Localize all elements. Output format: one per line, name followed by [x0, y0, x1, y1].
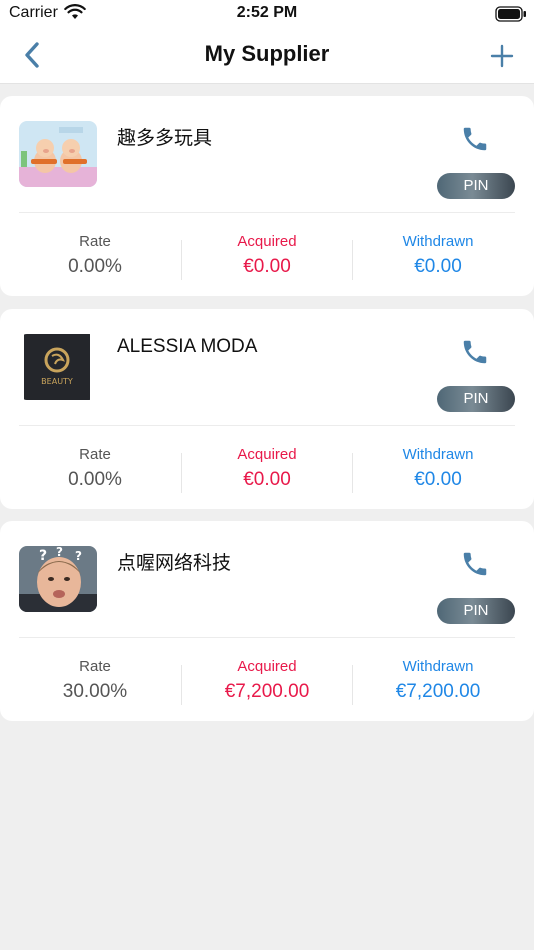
navigation-bar: My Supplier — [0, 28, 534, 84]
pin-button[interactable]: PIN — [437, 173, 515, 199]
acquired-stat: Acquired €0.00 — [192, 446, 342, 491]
withdrawn-value: €0.00 — [414, 256, 462, 277]
phone-call-button[interactable] — [460, 549, 492, 581]
rate-stat: Rate 0.00% — [20, 233, 170, 278]
battery-icon — [495, 6, 526, 22]
chevron-left-icon — [25, 42, 39, 68]
withdrawn-value: €0.00 — [414, 469, 462, 490]
rate-value: 30.00% — [62, 681, 128, 702]
acquired-label: Acquired — [237, 446, 297, 463]
plus-icon — [490, 44, 514, 68]
svg-text:?: ? — [56, 546, 63, 559]
rate-label: Rate — [79, 446, 111, 463]
acquired-label: Acquired — [237, 658, 297, 675]
withdrawn-stat: Withdrawn €0.00 — [363, 233, 513, 278]
withdrawn-label: Withdrawn — [402, 658, 474, 675]
back-button[interactable] — [18, 38, 50, 74]
acquired-stat: Acquired €0.00 — [192, 233, 342, 278]
stat-separator — [181, 665, 182, 705]
supplier-name: ALESSIA MODA — [117, 336, 258, 357]
status-bar: Carrier 2:52 PM — [0, 0, 534, 28]
withdrawn-stat: Withdrawn €7,200.00 — [363, 658, 513, 703]
status-time: 2:52 PM — [236, 4, 298, 21]
supplier-name: 点喔网络科技 — [117, 553, 232, 574]
stat-separator — [352, 240, 353, 280]
page-title: My Supplier — [204, 41, 330, 66]
acquired-value: €0.00 — [243, 256, 291, 277]
rate-stat: Rate 0.00% — [20, 446, 170, 491]
rate-value: 0.00% — [68, 256, 122, 277]
stat-separator — [352, 453, 353, 493]
withdrawn-stat: Withdrawn €0.00 — [363, 446, 513, 491]
pin-button[interactable]: PIN — [437, 386, 515, 412]
withdrawn-label: Withdrawn — [402, 446, 474, 463]
pin-button[interactable]: PIN — [437, 598, 515, 624]
rate-label: Rate — [79, 658, 111, 675]
svg-text:?: ? — [39, 548, 47, 564]
rate-stat: Rate 30.00% — [20, 658, 170, 703]
supplier-avatar: BEAUTY — [19, 334, 97, 400]
add-supplier-button[interactable] — [486, 40, 518, 72]
supplier-name: 趣多多玩具 — [117, 128, 213, 149]
rate-label: Rate — [79, 233, 111, 250]
stat-separator — [181, 453, 182, 493]
acquired-label: Acquired — [237, 233, 297, 250]
withdrawn-value: €7,200.00 — [395, 681, 481, 702]
acquired-stat: Acquired €7,200.00 — [192, 658, 342, 703]
rate-value: 0.00% — [68, 469, 122, 490]
stat-separator — [181, 240, 182, 280]
phone-call-button[interactable] — [460, 124, 492, 156]
supplier-card[interactable]: BEAUTY ALESSIA MODA PIN Rate 0.00% Acqui… — [0, 309, 534, 509]
acquired-value: €0.00 — [243, 469, 291, 490]
phone-icon — [463, 127, 487, 151]
beauty-logo: BEAUTY — [19, 334, 97, 400]
card-divider — [19, 212, 515, 213]
supplier-avatar — [19, 121, 97, 187]
logo-text: BEAUTY — [41, 377, 73, 386]
phone-icon — [463, 552, 487, 576]
card-divider — [19, 637, 515, 638]
child-photo: ? ? ? — [19, 546, 97, 612]
phone-icon — [463, 340, 487, 364]
supplier-avatar: ? ? ? — [19, 546, 97, 612]
phone-call-button[interactable] — [460, 337, 492, 369]
supplier-card[interactable]: ? ? ? 点喔网络科技 PIN Rate 30.00% Acquired €7… — [0, 521, 534, 721]
withdrawn-label: Withdrawn — [402, 233, 474, 250]
supplier-card[interactable]: 趣多多玩具 PIN Rate 0.00% Acquired €0.00 With… — [0, 96, 534, 296]
svg-text:?: ? — [75, 549, 82, 563]
card-divider — [19, 425, 515, 426]
toy-pigs-image — [19, 121, 97, 187]
stat-separator — [352, 665, 353, 705]
acquired-value: €7,200.00 — [224, 681, 310, 702]
